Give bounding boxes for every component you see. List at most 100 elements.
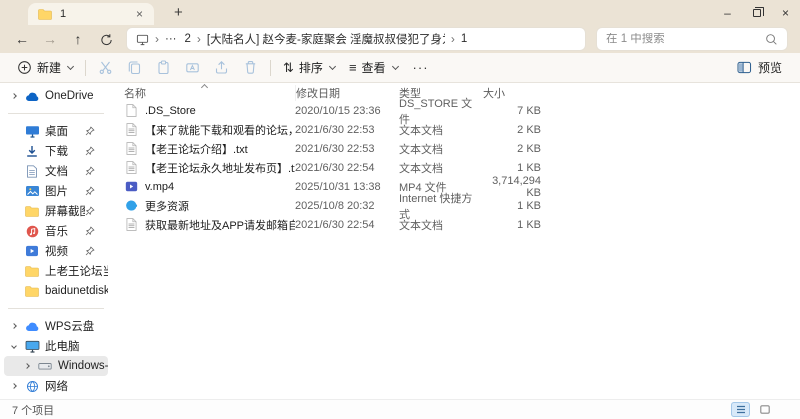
file-date: 2025/10/8 20:32 bbox=[295, 199, 375, 212]
expand-chevron-icon[interactable] bbox=[4, 323, 24, 329]
navigation-pane: OneDrive 桌面 下载 文档 图片 屏幕截 音乐 视频 上老王论坛 bai… bbox=[0, 84, 112, 399]
breadcrumb-folder[interactable]: [大陆名人] 赵今麦-家庭聚会 淫魔叔叔侵犯了身为侄女的我 bbox=[207, 31, 445, 47]
column-header-size[interactable]: 大小 bbox=[483, 85, 541, 101]
back-button[interactable]: ← bbox=[8, 27, 36, 51]
preview-panel-icon bbox=[737, 61, 752, 74]
expand-chevron-icon[interactable] bbox=[17, 363, 37, 369]
toolbar-divider bbox=[85, 59, 87, 76]
main-area: OneDrive 桌面 下载 文档 图片 屏幕截 音乐 视频 上老王论坛 bai… bbox=[0, 83, 800, 399]
chevron-down-icon bbox=[66, 62, 75, 70]
copy-button bbox=[120, 56, 149, 80]
forward-button: → bbox=[43, 31, 57, 47]
share-icon bbox=[215, 61, 228, 74]
minimize-button[interactable]: – bbox=[713, 0, 742, 25]
pin-icon bbox=[85, 146, 95, 156]
expand-chevron-icon[interactable] bbox=[4, 383, 24, 389]
file-size: 2 KB bbox=[517, 123, 541, 136]
sidebar-item-videos[interactable]: 视频 bbox=[4, 241, 108, 261]
sidebar-divider bbox=[8, 308, 104, 309]
drive-icon bbox=[37, 360, 53, 372]
document-icon bbox=[24, 164, 40, 178]
delete-button bbox=[236, 56, 265, 80]
search-input[interactable] bbox=[606, 33, 765, 45]
text-file-icon bbox=[124, 161, 138, 174]
text-file-icon bbox=[124, 142, 138, 155]
text-file-icon bbox=[124, 218, 138, 231]
tab-close-icon[interactable]: × bbox=[131, 7, 148, 21]
file-name: 【老王论坛永久地址发布页】.txt bbox=[145, 162, 295, 175]
file-date: 2021/6/30 22:54 bbox=[295, 161, 375, 174]
sidebar-item-label: 桌面 bbox=[45, 126, 68, 138]
column-header-name[interactable]: 名称 bbox=[124, 85, 295, 101]
column-header-date[interactable]: 修改日期 bbox=[295, 84, 399, 101]
sidebar-item-windows-ssd[interactable]: Windows-SSD bbox=[4, 356, 108, 376]
file-type: 文本文档 bbox=[399, 162, 443, 175]
details-view-button[interactable] bbox=[731, 402, 750, 417]
sidebar-item-folder1[interactable]: 上老王论坛当老王 bbox=[4, 261, 108, 281]
file-name: 更多资源 bbox=[145, 200, 189, 213]
sidebar-item-pictures[interactable]: 图片 bbox=[4, 181, 108, 201]
restore-button[interactable] bbox=[742, 0, 771, 25]
sidebar-item-label: WPS云盘 bbox=[45, 321, 95, 333]
file-row[interactable]: .DS_Store 2020/10/15 23:36 DS_STORE 文件 7… bbox=[112, 98, 800, 126]
pin-icon bbox=[85, 166, 95, 176]
sidebar-item-label: 音乐 bbox=[45, 226, 68, 238]
new-tab-button[interactable]: + bbox=[168, 4, 189, 21]
sidebar-item-downloads[interactable]: 下载 bbox=[4, 141, 108, 161]
file-date: 2025/10/31 13:38 bbox=[295, 180, 381, 193]
sidebar-item-documents[interactable]: 文档 bbox=[4, 161, 108, 181]
sort-button-label: 排序 bbox=[298, 61, 323, 75]
sidebar-item-desktop[interactable]: 桌面 bbox=[4, 121, 108, 141]
sidebar-item-label: 上老王论坛当老王 bbox=[45, 266, 108, 278]
more-options-button[interactable]: ··· bbox=[405, 60, 437, 75]
sidebar-item-label: baidunetdiskdownload bbox=[45, 285, 108, 297]
address-bar[interactable]: › ··· 2 › [大陆名人] 赵今麦-家庭聚会 淫魔叔叔侵犯了身为侄女的我 … bbox=[126, 27, 586, 51]
sidebar-item-this-pc[interactable]: 此电脑 bbox=[4, 336, 108, 356]
cut-button bbox=[91, 56, 120, 80]
file-name: 【老王论坛介绍】.txt bbox=[145, 143, 248, 156]
file-row[interactable]: 获取最新地址及APP请发邮箱自动获取.txt 2021/6/30 22:54 文… bbox=[112, 215, 800, 234]
sidebar-item-label: 下载 bbox=[45, 146, 68, 158]
breadcrumb-ellipsis[interactable]: ··· bbox=[165, 33, 177, 45]
sidebar-item-label: 视频 bbox=[45, 246, 68, 258]
file-name: v.mp4 bbox=[145, 180, 175, 193]
file-date: 2020/10/15 23:36 bbox=[295, 104, 381, 117]
file-date: 2021/6/30 22:53 bbox=[295, 123, 375, 136]
sidebar-item-wps-cloud[interactable]: WPS云盘 bbox=[4, 316, 108, 336]
collapse-chevron-icon[interactable] bbox=[4, 343, 24, 349]
refresh-button[interactable] bbox=[92, 27, 120, 51]
close-button[interactable]: × bbox=[771, 0, 800, 25]
file-row[interactable]: 【老王论坛介绍】.txt 2021/6/30 22:53 文本文档 2 KB bbox=[112, 139, 800, 158]
trash-icon bbox=[245, 61, 256, 74]
explorer-tab[interactable]: 1 × bbox=[28, 3, 154, 25]
breadcrumb-parent[interactable]: 2 bbox=[185, 33, 191, 45]
sidebar-item-screenshots[interactable]: 屏幕截图 bbox=[4, 201, 108, 221]
up-button[interactable]: ↑ bbox=[64, 27, 92, 51]
chevron-down-icon bbox=[391, 62, 399, 70]
file-icon bbox=[124, 104, 138, 117]
thumbnails-view-button[interactable] bbox=[755, 402, 774, 417]
details-view-icon bbox=[736, 405, 745, 414]
file-row[interactable]: 更多资源 2025/10/8 20:32 Internet 快捷方式 1 KB bbox=[112, 193, 800, 221]
sidebar-item-onedrive[interactable]: OneDrive bbox=[4, 86, 108, 106]
video-file-icon bbox=[124, 181, 138, 192]
file-row[interactable]: 【来了就能下载和观看的论坛，纯免费！】.txt 2021/6/30 22:53 … bbox=[112, 120, 800, 139]
new-button[interactable]: 新建 bbox=[10, 56, 80, 80]
onedrive-cloud-icon bbox=[24, 91, 40, 102]
file-type: 文本文档 bbox=[399, 219, 443, 232]
sidebar-item-label: Windows-SSD bbox=[58, 360, 108, 372]
file-name: .DS_Store bbox=[145, 104, 196, 117]
column-header-type[interactable]: 类型 bbox=[399, 85, 483, 101]
preview-toggle-button[interactable]: 预览 bbox=[729, 59, 790, 76]
sidebar-item-network[interactable]: 网络 bbox=[4, 376, 108, 396]
sidebar-item-music[interactable]: 音乐 bbox=[4, 221, 108, 241]
file-row[interactable]: 【老王论坛永久地址发布页】.txt 2021/6/30 22:54 文本文档 1… bbox=[112, 158, 800, 177]
text-file-icon bbox=[124, 123, 138, 136]
expand-chevron-icon[interactable] bbox=[4, 93, 24, 99]
sidebar-item-folder2[interactable]: baidunetdiskdownload bbox=[4, 281, 108, 301]
view-button[interactable]: ≡ 查看 bbox=[342, 56, 405, 80]
sort-button[interactable]: ⇅ 排序 bbox=[276, 56, 342, 80]
sidebar-item-label: 图片 bbox=[45, 186, 68, 198]
file-size: 1 KB bbox=[517, 199, 541, 212]
breadcrumb-current[interactable]: 1 bbox=[461, 33, 467, 45]
